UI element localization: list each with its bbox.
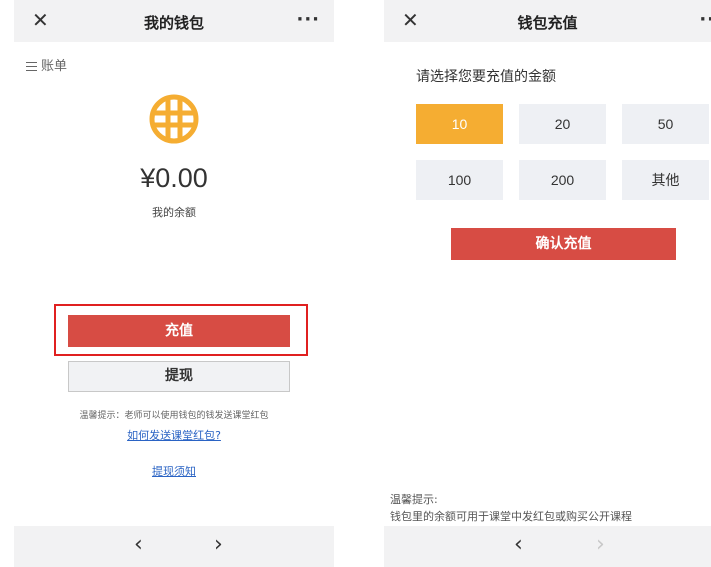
forward-icon[interactable]: ›	[596, 532, 605, 557]
menu-icon	[26, 59, 37, 74]
forward-icon[interactable]: ›	[214, 532, 223, 557]
balance-amount: ¥0.00	[140, 163, 208, 193]
withdraw-button[interactable]: 提现	[68, 361, 290, 392]
recharge-screen: ✕ 钱包充值 ·· 请选择您要充值的金额 10 20 50 100 200 其他…	[384, 0, 711, 567]
bill-label: 账单	[41, 59, 68, 74]
amount-option-100[interactable]: 100	[416, 160, 503, 200]
bottom-nav-bar: ‹ ›	[14, 526, 334, 567]
amount-option-200[interactable]: 200	[519, 160, 606, 200]
amount-option-other[interactable]: 其他	[622, 160, 709, 200]
title-bar: ✕ 我的钱包 ···	[14, 0, 334, 42]
withdraw-notice-link[interactable]: 提现须知	[14, 463, 334, 479]
balance-label: 我的余额	[152, 206, 196, 219]
recharge-button[interactable]: 充值	[68, 315, 290, 347]
more-icon[interactable]: ···	[296, 9, 320, 30]
bill-link[interactable]: 账单	[26, 55, 67, 74]
tip-text: 温馨提示：老师可以使用钱包的钱发送课堂红包	[79, 411, 269, 421]
coin-icon	[149, 94, 199, 144]
back-icon[interactable]: ‹	[134, 532, 143, 557]
more-icon[interactable]: ··	[699, 9, 711, 30]
amount-option-50[interactable]: 50	[622, 104, 709, 144]
note-title: 温馨提示:	[390, 493, 438, 506]
amount-prompt: 请选择您要充值的金额	[416, 69, 556, 85]
red-packet-help-link[interactable]: 如何发送课堂红包?	[14, 427, 334, 443]
back-icon[interactable]: ‹	[514, 532, 523, 557]
wallet-screen: ✕ 我的钱包 ··· 账单 ¥0.00 我的余额 充值 提现 温馨提示：老师可以…	[14, 0, 334, 567]
page-title: 钱包充值	[517, 14, 578, 32]
confirm-recharge-button[interactable]: 确认充值	[451, 228, 676, 260]
title-bar: ✕ 钱包充值 ··	[384, 0, 711, 42]
note-body: 钱包里的余额可用于课堂中发红包或购买公开课程	[390, 510, 632, 523]
page-title: 我的钱包	[143, 14, 204, 32]
bottom-nav-bar: ‹ ›	[384, 526, 711, 567]
amount-option-10[interactable]: 10	[416, 104, 503, 144]
amount-option-20[interactable]: 20	[519, 104, 606, 144]
